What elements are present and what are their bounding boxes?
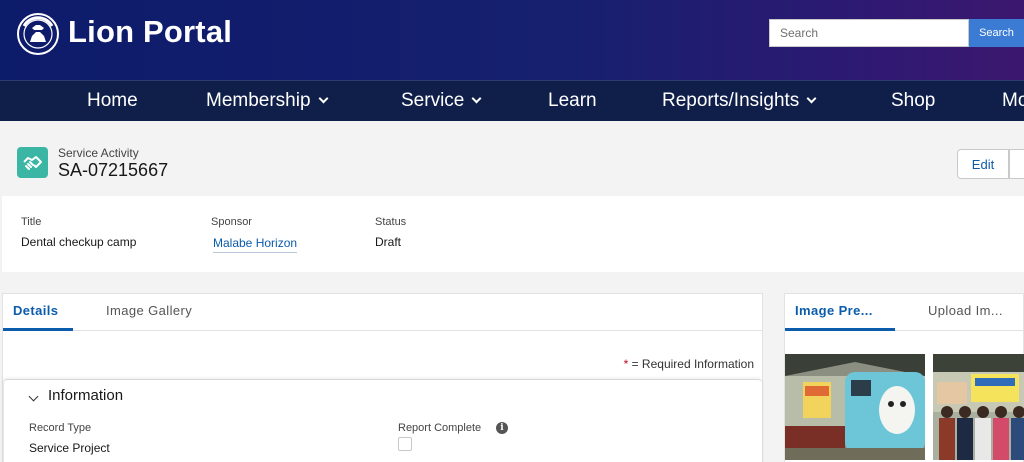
nav-item-label: Membership	[206, 90, 311, 111]
record-type-value: Service Project	[29, 441, 110, 455]
nav-item-label: Home	[87, 90, 138, 111]
report-complete-checkbox[interactable]	[398, 437, 412, 451]
edit-button[interactable]: Edit	[957, 149, 1009, 179]
required-info-note: * = Required Information	[624, 357, 754, 371]
details-card: Details Image Gallery * = Required Infor…	[2, 293, 763, 462]
chevron-down-icon	[471, 93, 482, 104]
active-tab-indicator	[785, 328, 895, 331]
tab-details[interactable]: Details	[13, 303, 58, 318]
nav-item-reports-insights[interactable]: Reports/Insights	[662, 90, 817, 112]
status-value: Draft	[375, 235, 402, 249]
chevron-down-icon[interactable]	[28, 391, 39, 402]
info-icon[interactable]: i	[496, 422, 508, 434]
tab-image-gallery[interactable]: Image Gallery	[106, 303, 192, 318]
sponsor-label: Sponsor	[211, 216, 252, 228]
title-value: Dental checkup camp	[21, 235, 137, 249]
title-label: Title	[21, 216, 42, 228]
nav-item-shop[interactable]: Shop	[891, 90, 935, 112]
report-complete-label: Report Complete	[398, 422, 482, 434]
more-actions-button[interactable]	[1009, 149, 1024, 179]
required-info-text: = Required Information	[631, 357, 754, 371]
lions-logo[interactable]	[16, 12, 60, 56]
nav-item-label: Learn	[548, 90, 597, 111]
required-asterisk: *	[623, 357, 629, 371]
tab-upload-image[interactable]: Upload Im...	[928, 303, 1003, 318]
handshake-icon	[23, 156, 42, 170]
active-tab-indicator	[3, 328, 73, 331]
tab-bar-divider	[3, 330, 762, 331]
record-type-badge	[17, 147, 48, 178]
portal-title[interactable]: Lion Portal	[68, 14, 232, 50]
tab-image-preview[interactable]: Image Pre...	[795, 303, 873, 318]
gallery-image[interactable]	[933, 354, 1024, 460]
search-button[interactable]: Search	[969, 19, 1024, 47]
image-side-panel: Image Pre... Upload Im...	[784, 293, 1024, 462]
chevron-down-icon	[806, 93, 817, 104]
highlights-panel: Title Dental checkup camp Sponsor Malabe…	[2, 196, 1024, 272]
search-input[interactable]	[769, 19, 969, 47]
chevron-down-icon	[318, 93, 328, 104]
nav-item-label: Shop	[891, 90, 936, 111]
main-nav: Home Membership Service Learn Reports/In…	[0, 80, 1024, 121]
nav-item-label: Mo	[1002, 90, 1024, 111]
record-object-type: Service Activity	[58, 146, 139, 160]
information-section: Information Record Type Service Project …	[3, 379, 762, 462]
nav-item-membership[interactable]: Membership	[206, 90, 328, 112]
record-type-label: Record Type	[29, 422, 92, 434]
nav-item-more[interactable]: Mo	[1002, 90, 1024, 112]
nav-item-home[interactable]: Home	[87, 90, 138, 112]
record-id: SA-07215667	[58, 160, 169, 180]
nav-item-label: Service	[401, 90, 465, 111]
sponsor-link[interactable]: Malabe Horizon	[213, 236, 298, 253]
status-label: Status	[375, 216, 407, 228]
gallery-image[interactable]	[785, 354, 925, 460]
nav-item-service[interactable]: Service	[401, 90, 482, 112]
section-title[interactable]: Information	[48, 387, 123, 404]
nav-item-label: Reports/Insights	[662, 90, 800, 111]
nav-item-learn[interactable]: Learn	[548, 90, 597, 112]
top-header: Lion Portal Search	[0, 0, 1024, 80]
